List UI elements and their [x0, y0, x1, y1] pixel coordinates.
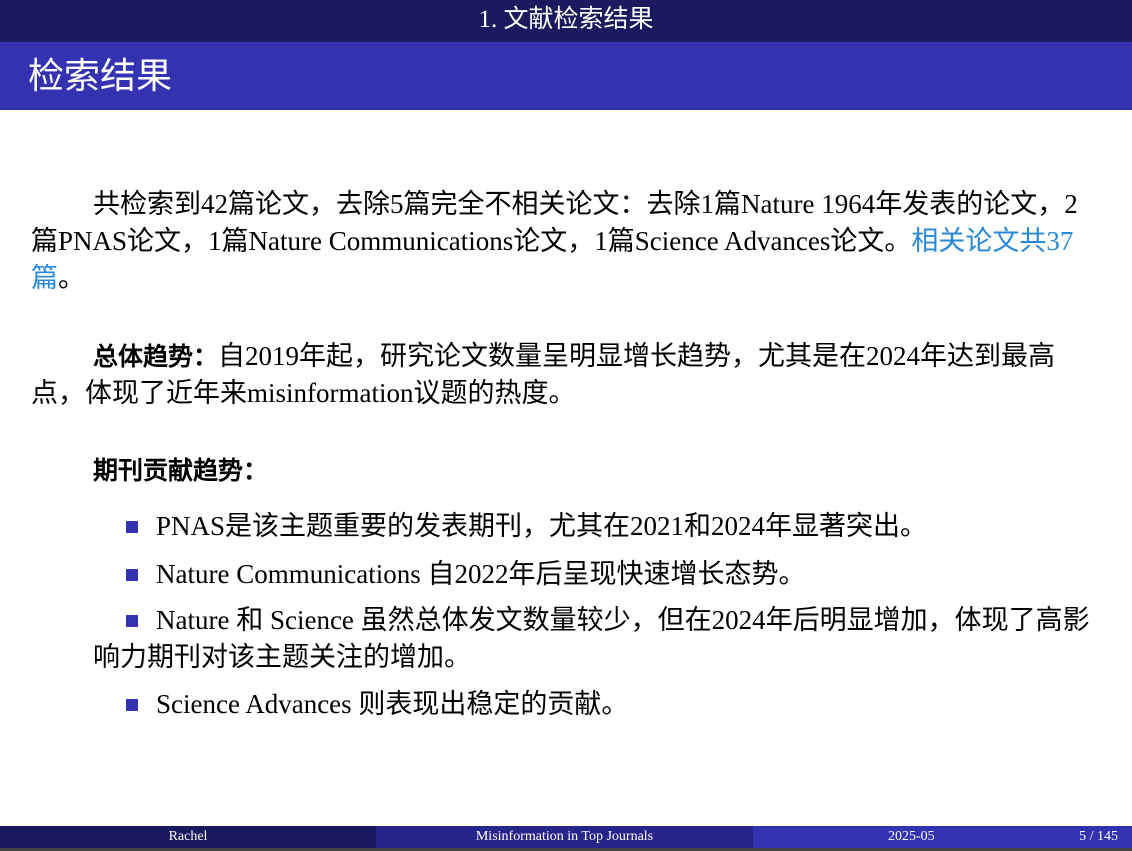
bullet-square-icon [126, 568, 138, 581]
footer-author: Rachel [0, 826, 376, 848]
summary-paragraph: 共检索到42篇论文，去除5篇完全不相关论文：去除1篇Nature 1964年发表… [31, 186, 1091, 297]
frame-title-bar: 检索结果 [0, 42, 1132, 110]
bullet-square-icon [126, 614, 138, 627]
trend-paragraph: 总体趋势：自2019年起，研究论文数量呈明显增长趋势，尤其是在2024年达到最高… [31, 338, 1091, 412]
bullet-square-icon [126, 520, 138, 533]
footer-date: 2025-05 [888, 829, 935, 844]
trend-label: 总体趋势： [93, 342, 219, 371]
bullet-text: PNAS是该主题重要的发表期刊，尤其在2021和2024年显著突出。 [156, 511, 928, 541]
section-title: 1. 文献检索结果 [478, 6, 654, 33]
bullet-text: Nature 和 Science 虽然总体发文数量较少，但在2024年后明显增加… [93, 605, 1090, 672]
summary-end: 。 [58, 263, 85, 293]
bullet-text: Science Advances 则表现出稳定的贡献。 [156, 689, 629, 719]
bullet-square-icon [126, 698, 138, 711]
list-item: Science Advances 则表现出稳定的贡献。 [93, 686, 1103, 723]
frame-title: 检索结果 [28, 56, 173, 96]
footer-bar: Rachel Misinformation in Top Journals 20… [0, 826, 1132, 848]
list-item: Nature 和 Science 虽然总体发文数量较少，但在2024年后明显增加… [93, 602, 1103, 676]
footer-talk-title: Misinformation in Top Journals [376, 826, 753, 848]
list-item: Nature Communications 自2022年后呈现快速增长态势。 [93, 556, 1103, 593]
journal-heading: 期刊贡献趋势： [93, 456, 269, 485]
page-number: 5 / 145 [1079, 829, 1118, 844]
footer-meta: 2025-05 5 / 145 [753, 826, 1132, 848]
bullet-text: Nature Communications 自2022年后呈现快速增长态势。 [156, 559, 806, 589]
section-header: 1. 文献检索结果 [0, 0, 1132, 42]
list-item: PNAS是该主题重要的发表期刊，尤其在2021和2024年显著突出。 [93, 508, 1103, 545]
